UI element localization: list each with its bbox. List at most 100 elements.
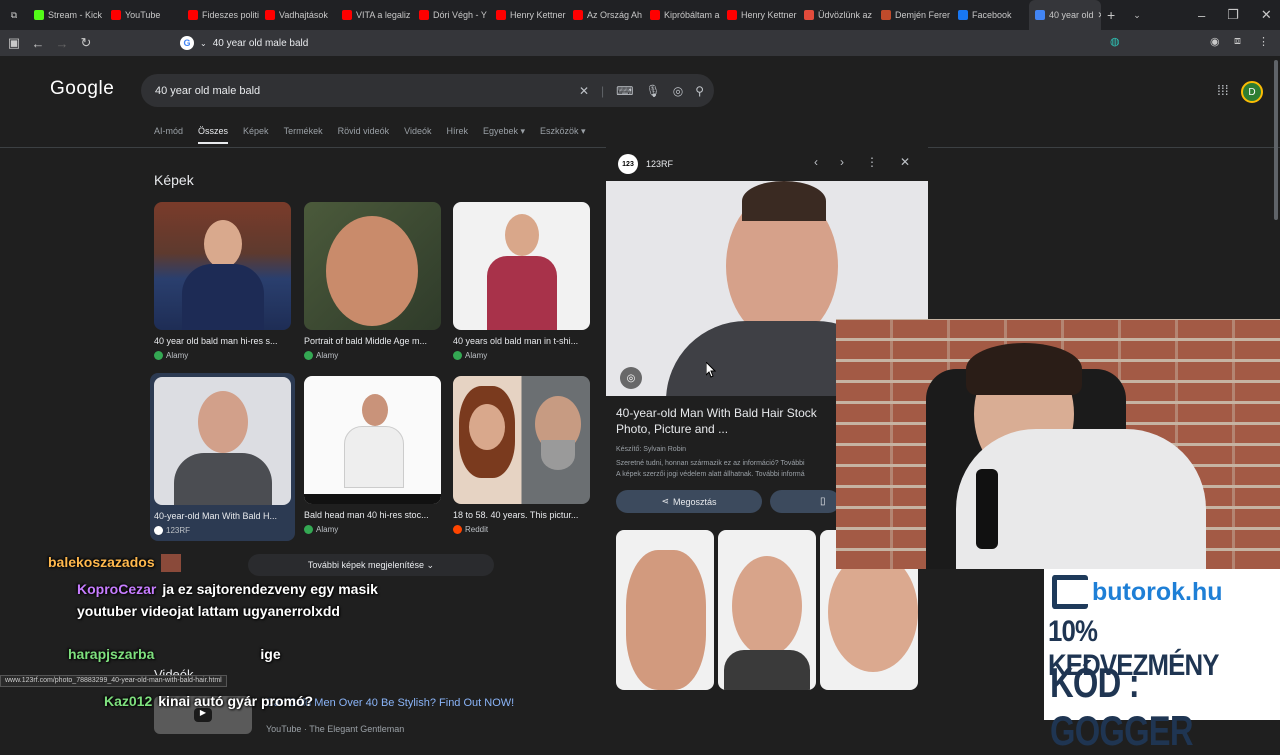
source-label: Alamy — [316, 351, 339, 360]
alamy-icon — [304, 351, 313, 360]
related-image[interactable] — [718, 530, 816, 690]
mouse-cursor-icon — [706, 362, 716, 378]
tab-label: 40 year old — [1049, 10, 1094, 20]
translate-icon[interactable]: ◍ — [1110, 35, 1120, 48]
sidebar-toggle-icon[interactable]: ▣ — [4, 35, 24, 51]
result-image[interactable] — [453, 202, 590, 330]
previous-icon[interactable]: ‹ — [814, 155, 818, 169]
search-tab[interactable]: Egyebek ▾ — [483, 126, 525, 144]
result-image[interactable] — [154, 202, 291, 330]
tab-label: Üdvözlünk az — [818, 10, 873, 20]
tab-label: Kipróbáltam a — [664, 10, 720, 20]
browser-tab[interactable]: 40 year old ✕ — [1029, 0, 1101, 30]
url-field[interactable]: G ⌄ 40 year old male bald — [180, 34, 1125, 52]
lens-icon[interactable]: ◎ — [620, 367, 642, 389]
result-image[interactable] — [304, 202, 441, 330]
browser-tab[interactable]: Henry Kettner — [490, 0, 567, 30]
back-icon[interactable]: ← — [28, 36, 48, 51]
more-images-button[interactable]: További képek megjelenítése ⌄ — [248, 554, 494, 576]
save-button[interactable]: ▯ — [770, 490, 840, 513]
image-result[interactable]: 40 year old bald man hi-res s... Alamy — [154, 202, 291, 360]
image-result[interactable]: 40 years old bald man in t-shi... Alamy — [453, 202, 590, 360]
browser-tab[interactable]: Fideszes politi — [182, 0, 259, 30]
search-tab[interactable]: Összes — [198, 126, 229, 144]
minimize-icon[interactable]: – — [1198, 8, 1205, 23]
result-source: Alamy — [154, 351, 291, 360]
google-logo[interactable]: Google — [50, 78, 114, 100]
alamy-icon — [453, 351, 462, 360]
next-icon[interactable]: › — [840, 155, 844, 169]
more-options-icon[interactable]: ⋮ — [866, 155, 878, 169]
tab-label: Henry Kettner — [510, 10, 566, 20]
search-tab[interactable]: Videók — [404, 126, 431, 144]
search-tab[interactable]: Képek — [243, 126, 269, 144]
restore-icon[interactable]: ❐ — [1227, 7, 1239, 23]
alamy-icon — [154, 351, 163, 360]
browser-tab[interactable]: Stream - Kick — [28, 0, 105, 30]
search-tab[interactable]: Rövid videók — [338, 126, 390, 144]
reload-icon[interactable]: ↻ — [76, 35, 96, 51]
tab-favicon-icon — [342, 10, 352, 20]
tab-label: VITA a legaliz — [356, 10, 411, 20]
chat-message: balekoszazados — [48, 554, 181, 573]
browser-tab[interactable]: Üdvözlünk az — [798, 0, 875, 30]
menu-icon[interactable]: ⋮ — [1258, 35, 1269, 48]
share-button[interactable]: ⋖ Megosztás — [616, 490, 762, 513]
close-icon[interactable]: ✕ — [900, 155, 910, 169]
source-label: Reddit — [465, 525, 489, 534]
search-tab[interactable]: Hírek — [446, 126, 468, 144]
apps-grid-icon[interactable]: ⁞⁞⁞ — [1217, 82, 1229, 98]
close-tab-icon[interactable]: ✕ — [1098, 10, 1101, 21]
tab-search-icon[interactable]: ⌄ — [1133, 10, 1141, 21]
forward-icon[interactable]: → — [52, 36, 72, 51]
clear-icon[interactable]: ✕ — [579, 84, 589, 98]
browser-tab[interactable]: Vadhajtások — [259, 0, 336, 30]
result-image[interactable] — [154, 377, 291, 505]
browser-tab-bar: ⧉ Stream - Kick YouTube Fideszes politi Vad… — [0, 0, 1280, 30]
tab-favicon-icon — [881, 10, 891, 20]
tab-favicon-icon — [188, 10, 198, 20]
browser-tab[interactable]: YouTube — [105, 0, 182, 30]
result-source: Alamy — [453, 351, 590, 360]
tab-overview-icon[interactable]: ⧉ — [0, 10, 28, 21]
chat-message: harapjszarba ige — [68, 646, 281, 662]
close-window-icon[interactable]: ✕ — [1261, 7, 1272, 23]
source-label: 123RF — [166, 526, 191, 535]
result-source: 123RF — [154, 526, 291, 535]
browser-tab[interactable]: VITA a legaliz — [336, 0, 413, 30]
search-tab[interactable]: Termékek — [284, 126, 323, 144]
browser-tab[interactable]: Kipróbáltam a — [644, 0, 721, 30]
browser-tab[interactable]: Dóri Végh - Y — [413, 0, 490, 30]
extensions-icon[interactable]: ⧈ — [1234, 35, 1241, 48]
brand-text: butorok.hu — [1092, 577, 1223, 606]
image-result-selected[interactable]: 40-year-old Man With Bald H... 123RF — [150, 373, 295, 541]
related-image[interactable] — [616, 530, 714, 690]
divider: | — [601, 83, 605, 98]
scrollbar[interactable] — [1274, 60, 1278, 220]
browser-tab[interactable]: Facebook — [952, 0, 1029, 30]
microphone-icon[interactable]: 🎙 — [645, 84, 660, 98]
result-image[interactable] — [304, 376, 441, 504]
image-result[interactable]: Bald head man 40 hi-res stoc... Alamy — [304, 376, 441, 534]
google-favicon-icon: G — [180, 36, 194, 50]
browser-tab[interactable]: Demjén Ferer — [875, 0, 952, 30]
preview-title[interactable]: 40-year-old Man With Bald Hair Stock Pho… — [616, 405, 831, 437]
lens-icon[interactable]: ◎ — [673, 84, 683, 98]
code-text: KÓD : GOGGER — [1050, 659, 1194, 754]
search-input[interactable]: 40 year old male bald — [155, 85, 260, 97]
search-tab[interactable]: AI-mód — [154, 126, 183, 144]
result-image[interactable] — [453, 376, 590, 504]
search-box[interactable]: 40 year old male bald ✕ | ⌨ 🎙 ◎ ⚲ — [141, 74, 714, 107]
browser-tab[interactable]: Az Ország Ah — [567, 0, 644, 30]
image-result[interactable]: 18 to 58. 40 years. This pictur... Reddi… — [453, 376, 590, 534]
new-tab-icon[interactable]: + — [1107, 7, 1115, 23]
browser-tab[interactable]: Henry Kettner — [721, 0, 798, 30]
avatar[interactable]: D — [1241, 81, 1263, 103]
image-result[interactable]: Portrait of bald Middle Age m... Alamy — [304, 202, 441, 360]
search-icon[interactable]: ⚲ — [695, 84, 704, 98]
reddit-icon — [453, 525, 462, 534]
profile-icon[interactable]: ◉ — [1210, 35, 1220, 48]
keyboard-icon[interactable]: ⌨ — [616, 84, 633, 98]
panel-site[interactable]: 123RF — [646, 159, 673, 169]
search-tab[interactable]: Eszközök ▾ — [540, 126, 586, 144]
